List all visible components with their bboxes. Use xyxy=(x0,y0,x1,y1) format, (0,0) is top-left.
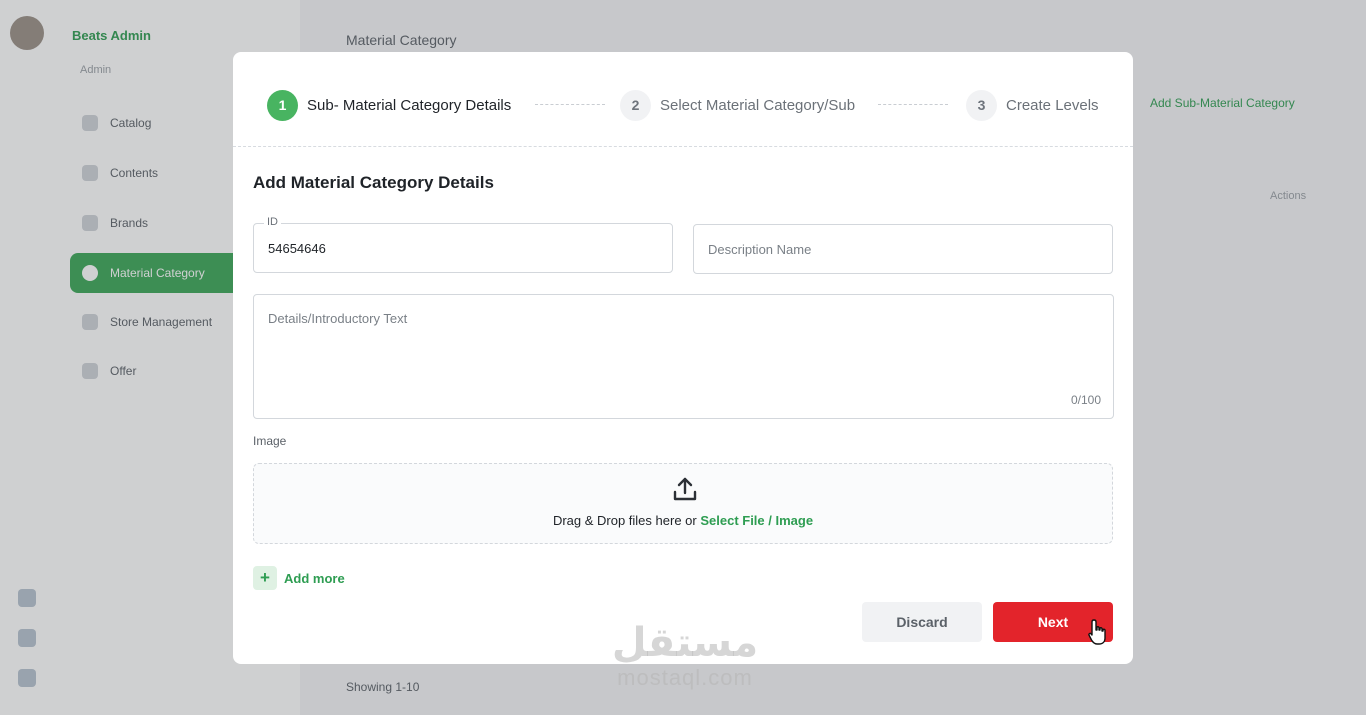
stepper: 1 Sub- Material Category Details 2 Selec… xyxy=(233,52,1133,147)
id-field: ID xyxy=(253,216,673,273)
hand-cursor-icon xyxy=(1088,619,1106,645)
step-label: Select Material Category/Sub xyxy=(660,96,856,114)
step-label: Create Levels xyxy=(1006,96,1099,114)
step-label: Sub- Material Category Details xyxy=(307,96,512,114)
step-connector xyxy=(878,104,948,105)
character-counter: 0/100 xyxy=(1070,393,1101,407)
description-name-input[interactable] xyxy=(694,225,1112,273)
discard-button[interactable]: Discard xyxy=(862,602,982,642)
form-title: Add Material Category Details xyxy=(253,173,494,192)
image-dropzone[interactable]: Drag & Drop files here or Select File / … xyxy=(253,463,1113,544)
image-label: Image xyxy=(253,434,287,448)
plus-icon: + xyxy=(253,566,277,590)
step-connector xyxy=(535,104,605,105)
dropzone-text: Drag & Drop files here or Select File / … xyxy=(254,513,1112,528)
dropzone-instruction: Drag & Drop files here or xyxy=(552,513,697,528)
add-category-modal: 1 Sub- Material Category Details 2 Selec… xyxy=(233,52,1133,664)
step-2[interactable]: 2 Select Material Category/Sub xyxy=(620,89,855,121)
description-name-field xyxy=(693,224,1113,274)
step-1[interactable]: 1 Sub- Material Category Details xyxy=(267,89,511,121)
step-number: 3 xyxy=(966,89,997,121)
select-file-link[interactable]: Select File / Image xyxy=(700,513,813,528)
step-number: 1 xyxy=(267,89,298,121)
details-textarea[interactable] xyxy=(254,295,1113,418)
upload-icon xyxy=(673,477,697,501)
step-number: 2 xyxy=(620,89,651,121)
add-more-button[interactable]: + Add more xyxy=(253,566,345,590)
id-input[interactable] xyxy=(254,224,672,272)
id-label: ID xyxy=(264,216,281,228)
step-3[interactable]: 3 Create Levels xyxy=(966,89,1099,121)
add-more-label: Add more xyxy=(284,570,345,586)
details-field: 0/100 xyxy=(253,294,1114,419)
